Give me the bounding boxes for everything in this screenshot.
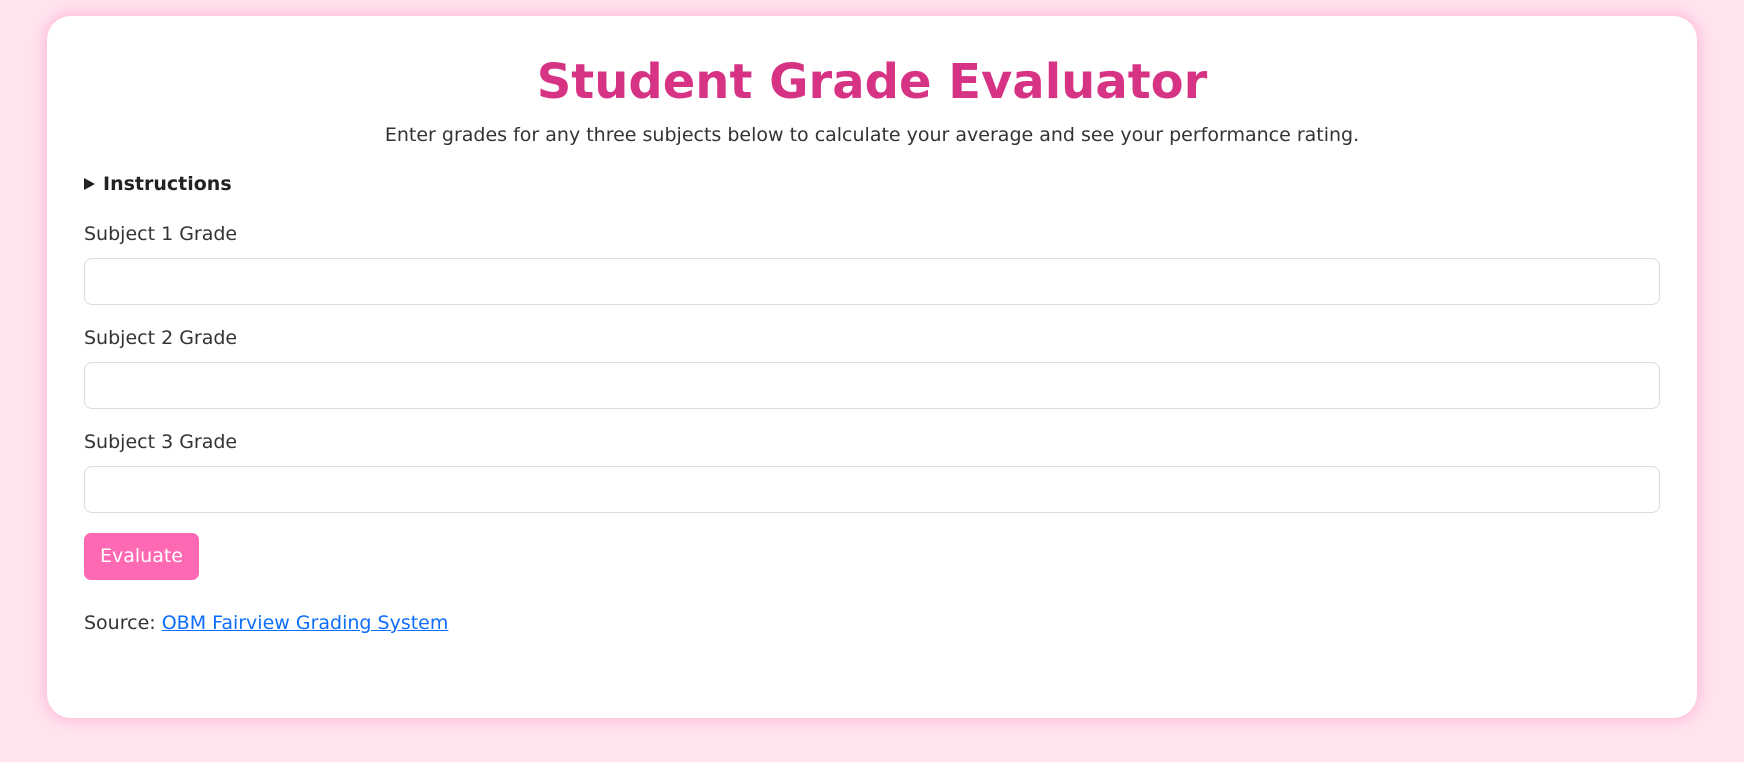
page-subtitle: Enter grades for any three subjects belo…: [384, 123, 1360, 146]
subject-1-field: Subject 1 Grade: [84, 223, 1660, 306]
grade-form: Subject 1 Grade Subject 2 Grade Subject …: [84, 223, 1660, 513]
evaluate-button[interactable]: Evaluate: [84, 532, 199, 580]
source-line: Source: OBM Fairview Grading System: [84, 612, 1660, 634]
subject-3-label: Subject 3 Grade: [84, 431, 238, 454]
subject-2-input[interactable]: [84, 362, 1660, 410]
disclosure-triangle-icon: [84, 178, 95, 191]
instructions-toggle[interactable]: Instructions: [84, 173, 1660, 195]
source-link[interactable]: OBM Fairview Grading System: [162, 612, 449, 634]
subject-1-label: Subject 1 Grade: [84, 223, 238, 246]
subject-3-input[interactable]: [84, 465, 1660, 513]
subject-2-label: Subject 2 Grade: [84, 327, 238, 350]
instructions-label: Instructions: [103, 173, 232, 196]
subject-3-field: Subject 3 Grade: [84, 431, 1660, 513]
subject-1-input[interactable]: [84, 258, 1660, 306]
subject-2-field: Subject 2 Grade: [84, 327, 1660, 410]
page-title: Student Grade Evaluator: [536, 54, 1208, 110]
evaluator-card: Student Grade Evaluator Enter grades for…: [47, 16, 1697, 718]
source-prefix: Source:: [84, 611, 156, 634]
